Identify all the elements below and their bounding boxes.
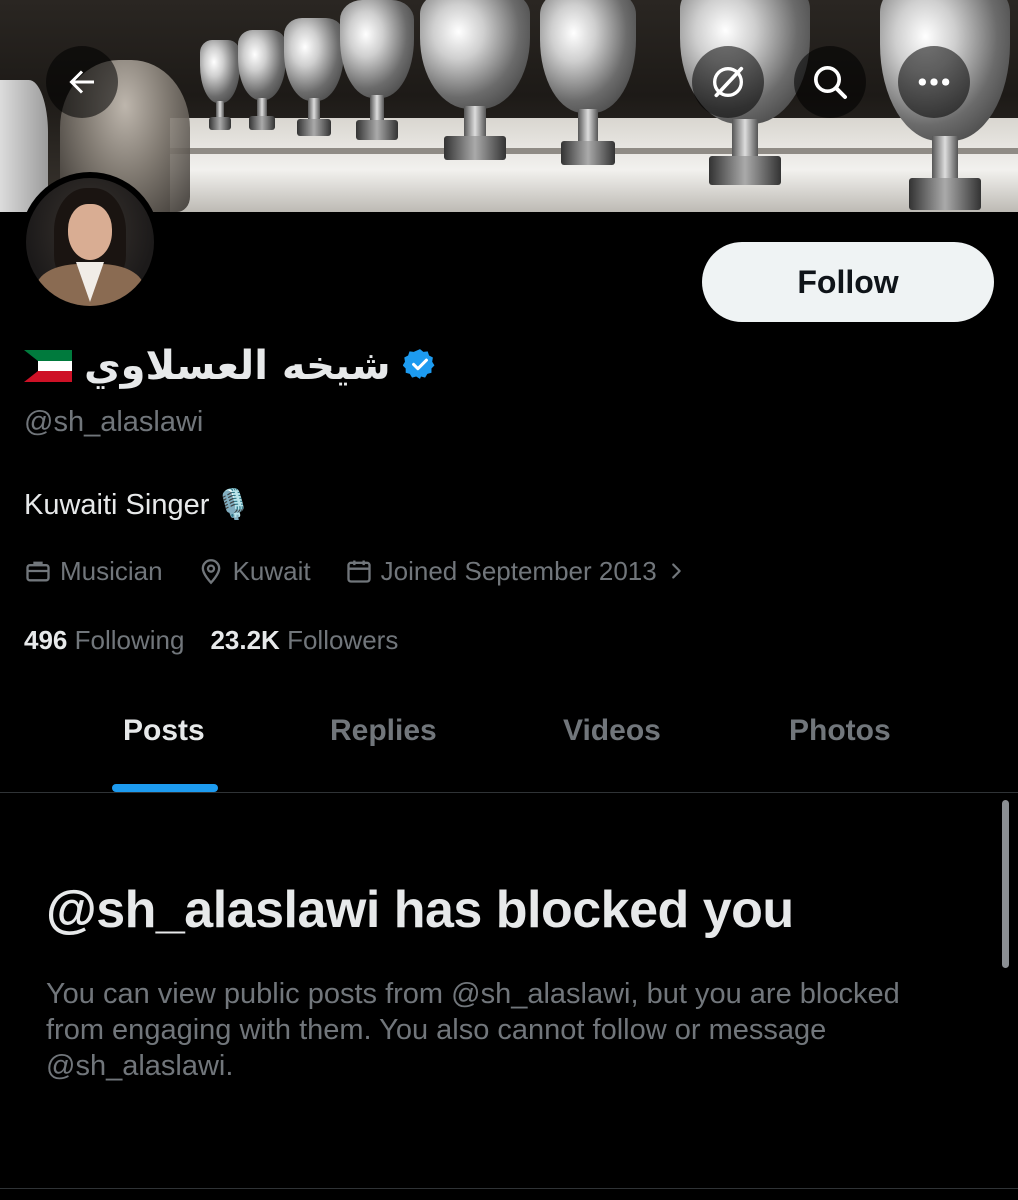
back-button[interactable]: [46, 46, 118, 118]
banner-trophy: [200, 40, 240, 130]
location-text: Kuwait: [232, 555, 311, 586]
category-text: Musician: [60, 555, 163, 586]
scrollbar[interactable]: [1002, 800, 1009, 968]
grok-button[interactable]: [692, 46, 764, 118]
following-count: 496: [24, 625, 68, 655]
active-tab-indicator: [112, 784, 218, 792]
avatar[interactable]: [20, 172, 160, 312]
location-pin-icon: [197, 557, 225, 585]
banner-trophy: [238, 30, 286, 130]
profile-stats: 496 Following 23.2K Followers: [24, 625, 398, 656]
followers-stat[interactable]: 23.2K Followers: [210, 625, 398, 656]
calendar-icon: [345, 557, 373, 585]
banner-trophy: [420, 0, 530, 160]
profile-name-row: شيخه العسلاوي: [24, 336, 437, 396]
blocked-description: You can view public posts from @sh_alasl…: [46, 978, 900, 1082]
following-label: Following: [74, 625, 185, 655]
verified-badge-icon[interactable]: [402, 347, 437, 386]
bio-text: Kuwaiti Singer: [24, 488, 210, 521]
tab-photos[interactable]: Photos: [789, 714, 891, 748]
briefcase-icon: [24, 557, 52, 585]
profile-location: Kuwait: [197, 556, 311, 587]
divider: [0, 1188, 1018, 1189]
followers-count: 23.2K: [210, 625, 280, 655]
following-stat[interactable]: 496 Following: [24, 625, 184, 656]
more-horizontal-icon: [914, 62, 954, 102]
profile-meta: Musician Kuwait Joined September 2013: [24, 551, 721, 591]
banner-trophy: [540, 0, 636, 165]
banner-trophy: [284, 18, 344, 136]
profile-handle: @sh_alaslawi: [24, 406, 204, 438]
avatar-photo: [26, 178, 154, 306]
kuwait-flag-icon: [24, 350, 72, 382]
grok-slash-circle-icon: [708, 62, 748, 102]
blocked-title: @sh_alaslawi has blocked you: [46, 881, 794, 939]
tab-posts[interactable]: Posts: [123, 714, 205, 748]
chevron-right-icon: [665, 560, 687, 582]
tab-replies[interactable]: Replies: [330, 714, 437, 748]
follow-button[interactable]: Follow: [702, 242, 994, 322]
search-button[interactable]: [794, 46, 866, 118]
tab-videos[interactable]: Videos: [563, 714, 661, 748]
microphone-emoji: 🎙️: [215, 489, 252, 521]
banner-trophy: [340, 0, 414, 140]
followers-label: Followers: [287, 625, 399, 655]
search-icon: [810, 62, 850, 102]
profile-tabs: Posts Replies Videos Photos: [0, 700, 1018, 793]
more-button[interactable]: [898, 46, 970, 118]
profile-bio: Kuwaiti Singer 🎙️: [24, 488, 251, 522]
profile-banner[interactable]: [0, 0, 1018, 212]
profile-category: Musician: [24, 556, 163, 587]
joined-text: Joined September 2013: [380, 555, 657, 586]
arrow-left-icon: [64, 64, 100, 100]
display-name: شيخه العسلاوي: [84, 343, 391, 389]
profile-joined[interactable]: Joined September 2013: [345, 556, 687, 587]
